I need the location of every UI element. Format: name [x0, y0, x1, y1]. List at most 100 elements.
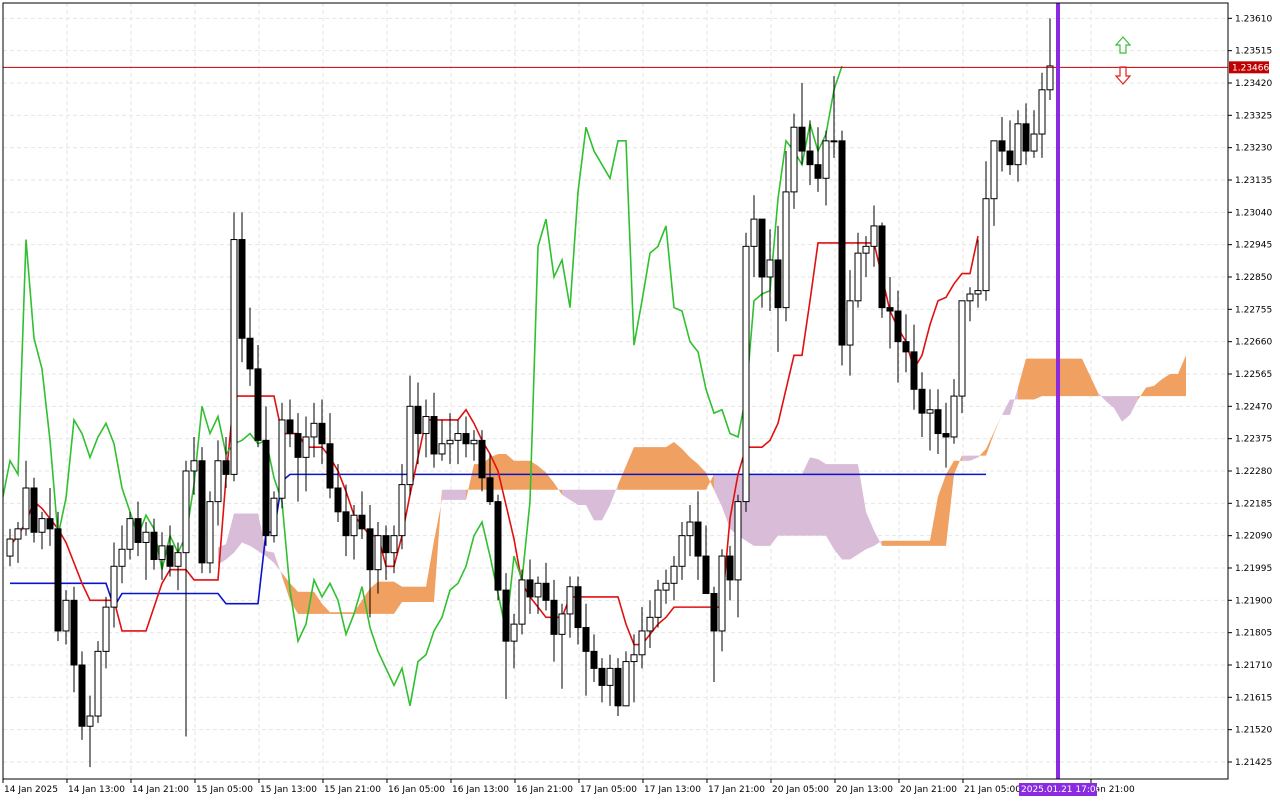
cloud-segment-bearish [570, 489, 578, 506]
candle-bearish [494, 501, 502, 591]
candle-bullish [182, 470, 190, 554]
y-tick-label: 1.22660 [1235, 338, 1272, 348]
cloud-segment-bearish [874, 530, 882, 546]
candle-bearish [486, 477, 494, 503]
cloud-segment-bullish [690, 457, 698, 490]
candle-bullish [990, 140, 998, 200]
cloud-segment-bearish [970, 455, 978, 461]
cloud-segment-bearish [858, 464, 866, 555]
cloud-segment-bearish [818, 459, 826, 536]
candle-bearish [614, 667, 622, 707]
candle-bearish [262, 439, 270, 537]
candle-bullish [22, 487, 30, 530]
candle-bearish [54, 528, 62, 632]
x-tick-label: 15 Jan 21:00 [324, 785, 381, 795]
candle-bullish [398, 484, 406, 537]
candle-bearish [366, 528, 374, 571]
y-tick-label: 1.22090 [1235, 532, 1272, 542]
cloud-segment-bearish [458, 489, 466, 500]
tenkan-sen-line [9, 235, 979, 646]
cloud-segment-bearish [250, 513, 258, 551]
candle-bearish [910, 351, 918, 390]
candle-bullish [846, 300, 854, 346]
y-tick-label: 1.21425 [1235, 758, 1272, 768]
cloud-segment-bearish [714, 474, 722, 507]
x-tick-label: 16 Jan 13:00 [452, 785, 509, 795]
y-tick-label: 1.22850 [1235, 273, 1272, 283]
cloud-segment-bearish [802, 457, 810, 536]
y-tick-label: 1.23135 [1235, 176, 1272, 186]
candle-bullish [142, 531, 150, 543]
cloud-segment-bearish [1122, 396, 1130, 422]
cloud-segment-bullish [650, 447, 658, 490]
candle-bullish [374, 535, 382, 571]
cloud-segment-bullish [418, 586, 426, 603]
x-tick-label: 16 Jan 21:00 [516, 785, 573, 795]
cloud-segment-bullish [666, 442, 674, 490]
cloud-segment-bearish [1002, 399, 1010, 415]
cloud-segment-bullish [1018, 358, 1026, 400]
cloud-segment-bullish [698, 464, 706, 490]
cloud-segment-bullish [498, 453, 506, 490]
cloud-segment-bullish [1082, 358, 1090, 397]
cloud-segment-bullish [882, 540, 890, 546]
candle-bearish [246, 337, 254, 370]
cloud-segment-bullish [954, 455, 962, 475]
x-tick-label: 17 Jan 05:00 [580, 785, 637, 795]
cloud-segment-bearish [722, 474, 730, 529]
cloud-segment-bearish [1010, 387, 1018, 415]
ichimoku-candlestick-chart[interactable]: 1.23610 1.23515 1.23420 1.23325 1.23230 1.231… [0, 0, 1280, 800]
cloud-segment-bullish [890, 540, 898, 546]
cloud-segment-bearish [794, 474, 802, 536]
current-price-label: 1.23466 [1232, 63, 1269, 73]
cloud-segment-bullish [986, 431, 994, 456]
y-tick-label: 1.22565 [1235, 370, 1272, 380]
cloud-segment-bearish [242, 513, 250, 546]
candle-bullish [94, 650, 102, 717]
candle-bullish [1038, 89, 1046, 135]
cloud-segment-bullish [538, 465, 546, 490]
candle-bullish [782, 191, 790, 309]
cloud-segment-bullish [1066, 358, 1074, 397]
candle-bearish [838, 140, 846, 346]
cloud-segment-bearish [834, 464, 842, 560]
cloud-segment-bullish [994, 414, 1002, 434]
cloud-segment-bearish [810, 457, 818, 536]
candle-bullish [606, 667, 614, 686]
candle-bullish [790, 126, 798, 193]
y-tick-label: 1.22755 [1235, 305, 1272, 315]
candle-bullish [230, 239, 238, 475]
candle-bullish [830, 140, 838, 143]
candle-bearish [238, 239, 246, 339]
candle-bullish [310, 422, 318, 438]
candle-bearish [942, 433, 950, 438]
candle-bullish [926, 409, 934, 414]
x-tick-label: 15 Jan 13:00 [260, 785, 317, 795]
candle-bullish [38, 518, 46, 533]
candle-bullish [278, 419, 286, 499]
candle-bearish [198, 460, 206, 564]
y-tick-label: 1.23515 [1235, 47, 1272, 57]
candle-bearish [414, 405, 422, 435]
candle-bullish [214, 460, 222, 503]
candle-bearish [758, 218, 766, 278]
candle-bearish [598, 667, 606, 686]
candle-bearish [382, 535, 390, 554]
candle-bullish [766, 259, 774, 278]
candle-bearish [806, 150, 814, 166]
x-tick-label: 17 Jan 21:00 [708, 785, 765, 795]
candle-bearish [166, 545, 174, 567]
candle-bullish [454, 433, 462, 441]
cloud-segment-bullish [466, 464, 474, 500]
candle-bullish [950, 395, 958, 438]
cloud-segment-bullish [1034, 358, 1042, 400]
cloud-segment-bullish [346, 612, 354, 614]
candle-bullish [558, 613, 566, 635]
y-tick-label: 1.23325 [1235, 111, 1272, 121]
candle-bearish [478, 439, 486, 479]
candle-bullish [678, 535, 686, 567]
candle-bullish [1030, 133, 1038, 152]
candle-bullish [446, 439, 454, 445]
candle-bearish [550, 599, 558, 635]
x-tick-label: 14 Jan 2025 [4, 785, 58, 795]
